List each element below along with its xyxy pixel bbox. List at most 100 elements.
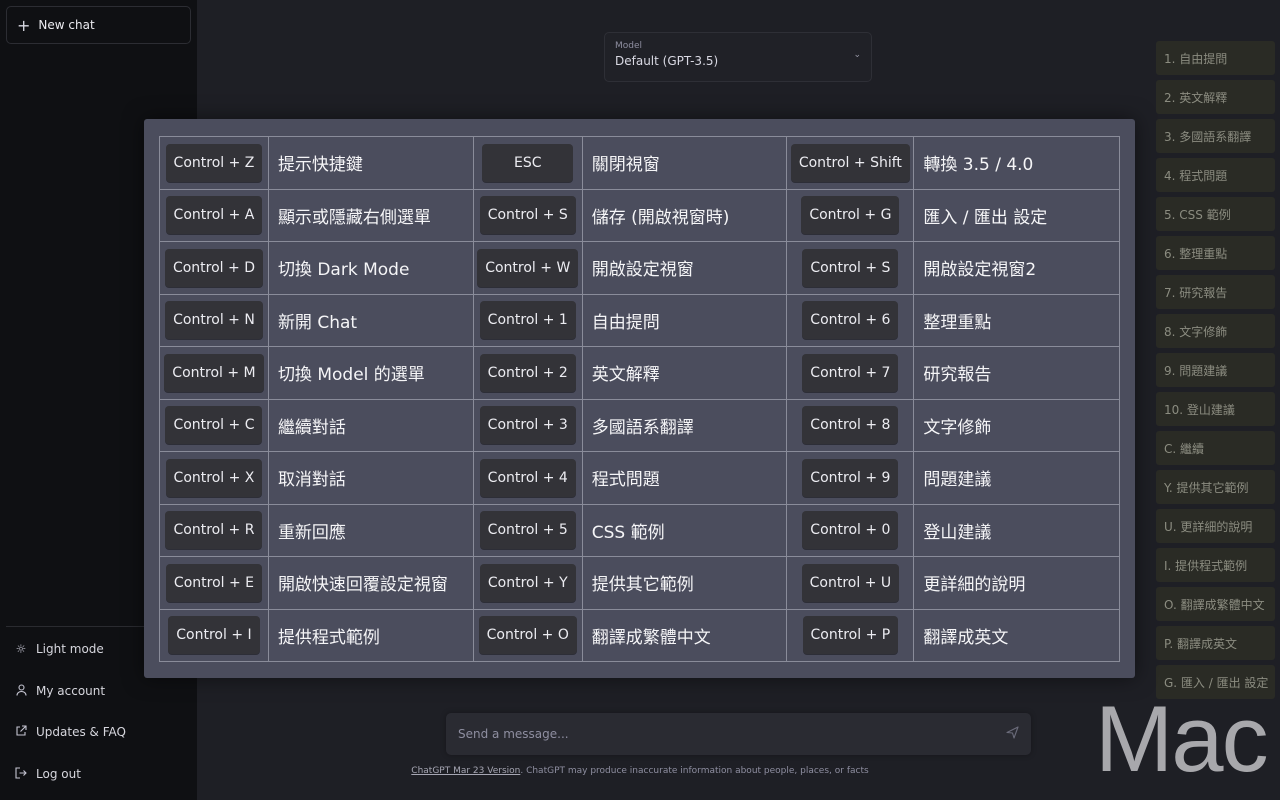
shortcut-key-cell: Control + I	[159, 608, 269, 662]
shortcut-key-cell: Control + Shift	[786, 136, 915, 190]
shortcut-key-cell: Control + 1	[472, 293, 583, 347]
shortcut-description: 取消對話	[267, 451, 474, 505]
shortcut-description: 提示快捷鍵	[267, 136, 474, 190]
prompt-item[interactable]: Y. 提供其它範例	[1156, 470, 1275, 504]
shortcut-key: Control + 5	[479, 511, 576, 550]
shortcut-description: 重新回應	[267, 503, 474, 557]
shortcut-key-cell: Control + R	[159, 503, 269, 557]
shortcut-key-cell: Control + Y	[472, 556, 583, 610]
shortcut-key-cell: Control + Z	[159, 136, 269, 190]
shortcut-description: 切換 Dark Mode	[267, 241, 474, 295]
prompt-item[interactable]: 7. 研究報告	[1156, 275, 1275, 309]
shortcut-key-cell: Control + 6	[786, 293, 915, 347]
shortcut-key-cell: Control + 3	[472, 398, 583, 452]
shortcut-description: 轉換 3.5 / 4.0	[913, 136, 1120, 190]
prompt-item[interactable]: U. 更詳細的說明	[1156, 509, 1275, 543]
version-link[interactable]: ChatGPT Mar 23 Version	[411, 766, 520, 776]
model-select[interactable]: Model Default (GPT-3.5) ⌄	[604, 32, 872, 82]
shortcut-key-cell: ESC	[472, 136, 583, 190]
shortcut-description: 開啟設定視窗	[581, 241, 788, 295]
shortcut-key: Control + D	[164, 248, 263, 287]
prompt-item[interactable]: 2. 英文解釋	[1156, 80, 1275, 114]
shortcut-key: Control + G	[801, 196, 900, 235]
shortcut-key: Control + 8	[802, 406, 899, 445]
prompt-item[interactable]: 1. 自由提問	[1156, 41, 1275, 75]
shortcut-key: Control + Shift	[790, 143, 910, 182]
shortcut-description: 提供其它範例	[581, 556, 788, 610]
shortcut-key-cell: Control + S	[786, 241, 915, 295]
shortcut-description: 多國語系翻譯	[581, 398, 788, 452]
shortcut-description: 更詳細的說明	[913, 556, 1120, 610]
shortcut-row: Control + C 繼續對話 Control + 3 多國語系翻譯 Control …	[159, 398, 1120, 452]
shortcut-key: Control + Z	[165, 143, 263, 182]
shortcut-key-cell: Control + N	[159, 293, 269, 347]
shortcut-key: Control + 4	[479, 458, 576, 497]
shortcut-row: Control + R 重新回應 Control + 5 CSS 範例 Control …	[159, 503, 1120, 557]
shortcut-description: CSS 範例	[581, 503, 788, 557]
shortcut-key-cell: Control + C	[159, 398, 269, 452]
updates-faq-link[interactable]: Updates & FAQ	[14, 722, 126, 742]
shortcut-key: Control + 6	[802, 301, 899, 340]
shortcut-key: Control + N	[165, 301, 263, 340]
my-account-button[interactable]: My account	[14, 681, 105, 701]
new-chat-button[interactable]: + New chat	[6, 6, 191, 44]
light-mode-label: Light mode	[36, 642, 104, 656]
shortcut-row: Control + I 提供程式範例 Control + O 翻譯成繁體中文 Contr…	[159, 608, 1120, 662]
prompt-item[interactable]: 5. CSS 範例	[1156, 197, 1275, 231]
shortcut-modal: Control + Z 提示快捷鍵 ESC 關閉視窗 Control + Shift 轉換…	[144, 119, 1135, 678]
shortcut-key: Control + A	[165, 196, 263, 235]
shortcut-key-cell: Control + 8	[786, 398, 915, 452]
shortcut-key: Control + I	[168, 616, 260, 655]
prompt-item[interactable]: 3. 多國語系翻譯	[1156, 119, 1275, 153]
shortcut-key-cell: Control + 0	[786, 503, 915, 557]
prompt-item[interactable]: C. 繼續	[1156, 431, 1275, 465]
shortcut-key: Control + 3	[479, 406, 576, 445]
shortcut-key-cell: Control + 5	[472, 503, 583, 557]
shortcut-key: Control + 9	[802, 458, 899, 497]
shortcut-key-cell: Control + D	[159, 241, 269, 295]
plus-icon: +	[17, 15, 31, 35]
shortcut-description: 繼續對話	[267, 398, 474, 452]
shortcut-key: Control + R	[165, 511, 263, 550]
prompt-item[interactable]: I. 提供程式範例	[1156, 548, 1275, 582]
shortcut-row: Control + N 新開 Chat Control + 1 自由提問 Control…	[159, 293, 1120, 347]
user-icon	[14, 683, 28, 699]
shortcut-description: 儲存 (開啟視窗時)	[581, 188, 788, 242]
model-label: Model	[615, 41, 643, 51]
shortcut-row: Control + D 切換 Dark Mode Control + W 開啟設定視窗…	[159, 241, 1120, 295]
shortcut-key-cell: Control + P	[786, 608, 915, 662]
shortcut-key: Control + W	[477, 248, 579, 287]
external-link-icon	[14, 724, 28, 740]
shortcut-description: 程式問題	[581, 451, 788, 505]
prompt-item[interactable]: O. 翻譯成繁體中文	[1156, 587, 1275, 621]
shortcut-description: 自由提問	[581, 293, 788, 347]
model-value: Default (GPT-3.5)	[615, 54, 719, 68]
send-icon[interactable]	[1006, 726, 1019, 743]
shortcut-key-cell: Control + S	[472, 188, 583, 242]
prompt-item[interactable]: 8. 文字修飾	[1156, 314, 1275, 348]
shortcut-key-cell: Control + 4	[472, 451, 583, 505]
shortcut-key: Control + 7	[802, 353, 899, 392]
light-mode-button[interactable]: ☼ Light mode	[14, 639, 104, 659]
sun-icon: ☼	[15, 642, 27, 656]
shortcut-row: Control + X 取消對話 Control + 4 程式問題 Control + …	[159, 451, 1120, 505]
shortcut-description: 整理重點	[913, 293, 1120, 347]
shortcut-description: 提供程式範例	[267, 608, 474, 662]
message-input[interactable]	[446, 713, 1031, 755]
prompt-item[interactable]: 10. 登山建議	[1156, 392, 1275, 426]
shortcut-key-cell: Control + W	[472, 241, 583, 295]
prompt-item[interactable]: 6. 整理重點	[1156, 236, 1275, 270]
shortcut-description: 新開 Chat	[267, 293, 474, 347]
shortcut-description: 翻譯成英文	[913, 608, 1120, 662]
prompt-item[interactable]: P. 翻譯成英文	[1156, 626, 1275, 660]
prompt-item[interactable]: 9. 問題建議	[1156, 353, 1275, 387]
footer-disclaimer: . ChatGPT may produce inaccurate informa…	[520, 766, 869, 776]
shortcut-description: 切換 Model 的選單	[267, 346, 474, 400]
shortcut-key: Control + E	[165, 563, 263, 602]
prompt-item[interactable]: 4. 程式問題	[1156, 158, 1275, 192]
shortcut-key: Control + M	[164, 353, 264, 392]
shortcut-row: Control + A 顯示或隱藏右側選單 Control + S 儲存 (開啟視窗時…	[159, 188, 1120, 242]
new-chat-label: New chat	[38, 18, 95, 32]
my-account-label: My account	[36, 684, 106, 698]
shortcut-key-cell: Control + O	[472, 608, 583, 662]
